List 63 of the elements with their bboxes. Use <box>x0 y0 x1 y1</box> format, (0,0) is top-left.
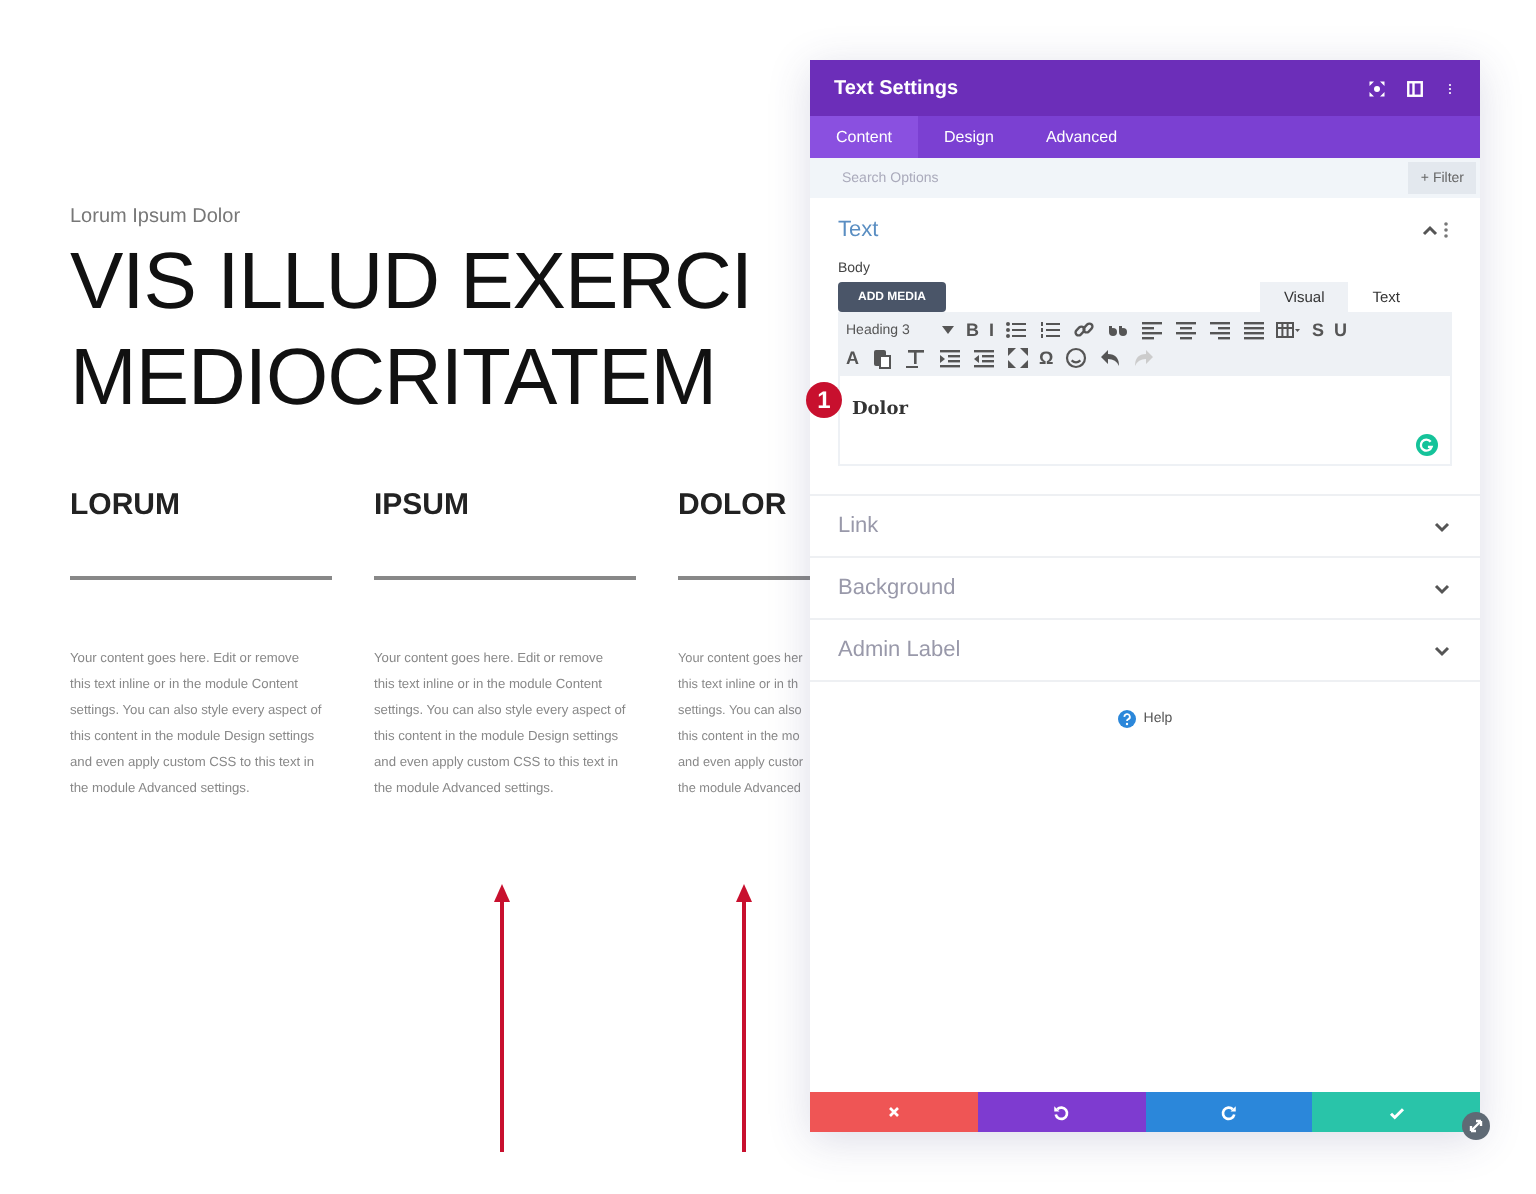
subtitle: Lorum Ipsum Dolor <box>70 206 243 228</box>
expand-icon <box>1368 79 1386 97</box>
redo-icon <box>1131 346 1156 370</box>
align-left-button[interactable] <box>1140 318 1165 342</box>
table-icon <box>1276 318 1303 342</box>
heading: VIS ILLUD EXERCI <box>70 240 753 324</box>
numbered-list-button[interactable] <box>1038 318 1063 342</box>
resize-handle[interactable] <box>1462 1112 1490 1140</box>
outdent-icon <box>971 346 995 370</box>
indent-icon <box>937 346 961 370</box>
align-right-icon <box>1208 318 1233 342</box>
paste-icon <box>869 346 893 370</box>
check-icon <box>1387 1103 1406 1121</box>
undo-icon <box>1097 346 1122 370</box>
indent-button[interactable] <box>937 346 961 370</box>
link-button[interactable] <box>1072 318 1097 342</box>
help-icon <box>1117 710 1136 728</box>
align-center-button[interactable] <box>1174 318 1199 342</box>
tab[interactable]: Design <box>918 116 1020 158</box>
outdent-button[interactable] <box>971 346 995 370</box>
heading: MEDIOCRITATEM <box>70 336 717 420</box>
clear-format-button[interactable] <box>903 346 927 370</box>
justify-button[interactable] <box>1242 318 1267 342</box>
table-button[interactable] <box>1276 318 1303 342</box>
link-icon <box>1072 318 1097 342</box>
column-title: IPSUM <box>374 488 470 522</box>
format-button[interactable]: I <box>989 320 995 340</box>
align-center-icon <box>1174 318 1199 342</box>
format-button[interactable]: A <box>846 348 859 368</box>
sidebar-icon <box>1406 79 1424 97</box>
format-button[interactable]: U <box>1334 320 1348 340</box>
panel-title: Text Settings <box>834 77 961 99</box>
tab[interactable]: Advanced <box>1019 116 1144 158</box>
tab[interactable]: Content <box>810 116 919 158</box>
numbered-list-icon <box>1038 318 1063 342</box>
chevron-up-icon[interactable] <box>1420 220 1440 240</box>
redo-icon <box>1219 1103 1238 1121</box>
grammar-icon <box>1416 434 1438 456</box>
section-title[interactable]: Text <box>838 218 1420 242</box>
format-button[interactable]: B <box>966 320 979 340</box>
undo-icon <box>1052 1103 1071 1121</box>
editor-text: Dolor <box>852 400 908 420</box>
caret-icon <box>940 322 956 338</box>
align-left-icon <box>1140 318 1165 342</box>
undo-button[interactable] <box>1097 346 1122 370</box>
format-button[interactable]: S <box>1312 320 1325 340</box>
text-editor[interactable]: Dolor <box>838 376 1452 466</box>
emoji-icon <box>1063 346 1088 370</box>
fullscreen-icon <box>1005 346 1029 370</box>
fullscreen-button[interactable] <box>1005 346 1029 370</box>
emoji-button[interactable] <box>1063 346 1088 370</box>
more-icon <box>1440 220 1452 240</box>
bullet-list-button[interactable] <box>1004 318 1029 342</box>
bullet-list-icon <box>1004 318 1029 342</box>
save-button[interactable] <box>1312 1092 1480 1132</box>
align-right-button[interactable] <box>1208 318 1233 342</box>
format-button[interactable]: Ω <box>1039 348 1054 368</box>
column-title: DOLOR <box>678 488 787 522</box>
justify-icon <box>1242 318 1267 342</box>
close-icon <box>885 1104 902 1120</box>
clear-format-icon <box>903 346 927 370</box>
paste-button[interactable] <box>869 346 893 370</box>
column-title: LORUM <box>70 488 180 522</box>
